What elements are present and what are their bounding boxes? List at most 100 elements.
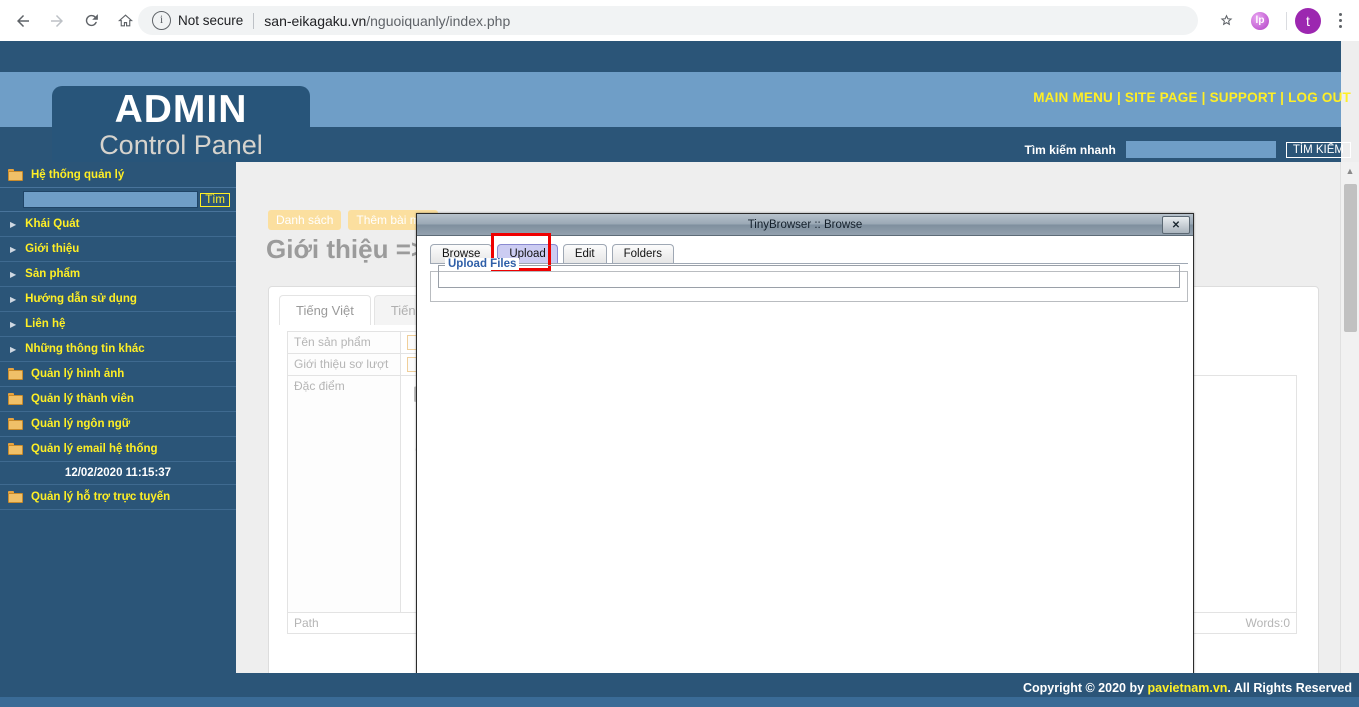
star-outline-icon [1220,14,1232,26]
forward-button[interactable] [42,6,72,36]
sidebar-item-quản-lý-email-hệ-thống[interactable]: Quản lý email hệ thống [0,437,236,462]
sidebar-title-row: Hệ thống quản lý [0,162,236,188]
upload-files-panel: Upload Files [430,258,1188,302]
reload-icon [85,14,98,27]
content-action-buttons: Danh sách Thêm bài mới [268,210,439,230]
top-nav-links[interactable]: MAIN MENU | SITE PAGE | SUPPORT | LOG OU… [1033,90,1351,105]
header-top-band [0,41,1341,72]
kebab-menu-icon[interactable] [1327,8,1353,34]
info-icon[interactable]: i [152,11,171,30]
sidebar-search: Tìm [0,188,236,212]
chevron-right-icon: ▶ [10,244,17,254]
sidebar-item-quản-lý-ngôn-ngữ[interactable]: Quản lý ngôn ngữ [0,412,236,437]
copyright-pre: Copyright © 2020 by [1023,681,1148,695]
page-title: Giới thiệu => [266,234,427,264]
sidebar-item-hướng-dẫn-sử-dụng[interactable]: ▶ Hướng dẫn sử dụng [0,287,236,312]
folder-icon [8,418,23,430]
chevron-right-icon: ▶ [10,319,17,329]
back-button[interactable] [8,6,38,36]
dialog-tabbar: Browse Upload Edit Folders [430,233,1188,271]
sidebar-item-giới-thiệu[interactable]: ▶ Giới thiệu [0,237,236,262]
page-footer: Copyright © 2020 by pavietnam.vn. All Ri… [0,673,1359,707]
sidebar-search-button[interactable]: Tìm [200,192,230,207]
sidebar-item-khái-quát[interactable]: ▶ Khái Quát [0,212,236,237]
page-scrollbar[interactable]: ▲ ▼ [1340,162,1359,707]
quick-search: Tìm kiếm nhanh TÌM KIẾM [1025,140,1351,159]
tab-folders[interactable]: Folders [611,244,674,263]
sidebar-item-liên-hệ[interactable]: ▶ Liên hệ [0,312,236,337]
sidebar-item-label: Sản phẩm [25,268,81,280]
sidebar-item-những-thông-tin-khác[interactable]: ▶ Những thông tin khác [0,337,236,362]
chevron-right-icon: ▶ [10,344,17,354]
url-text: san-eikagaku.vn/nguoiquanly/index.php [264,13,510,29]
chevron-right-icon: ▶ [10,219,17,229]
list-button[interactable]: Danh sách [268,210,342,230]
scroll-up-arrow-icon[interactable]: ▲ [1341,162,1359,179]
sidebar-search-input[interactable] [23,191,199,208]
field-label: Giới thiệu sơ lượt [287,353,401,376]
chevron-right-icon: ▶ [10,269,17,279]
chevron-right-icon: ▶ [10,294,17,304]
field-label: Tên sản phẩm [287,331,401,354]
tab-edit[interactable]: Edit [562,244,607,263]
logo-subtitle: Control Panel [99,130,263,160]
chrome-right-actions: lp t [1212,0,1353,41]
sidebar-item-label: Quản lý hình ảnh [31,368,125,380]
logo-title: ADMIN [114,88,248,131]
footer-strip [0,697,1359,707]
copyright-text: Copyright © 2020 by pavietnam.vn. All Ri… [1023,681,1352,695]
sidebar-datetime: 12/02/2020 11:15:37 [0,462,236,485]
sidebar-item-label: Liên hệ [25,318,66,330]
sidebar-item-label: Hướng dẫn sử dụng [25,293,137,305]
sidebar-item-quản-lý-hình-ảnh[interactable]: Quản lý hình ảnh [0,362,236,387]
address-bar[interactable]: i Not secure san-eikagaku.vn/nguoiquanly… [138,6,1198,35]
bookmark-button[interactable] [1212,7,1240,35]
dialog-inner: Browse Upload Edit Folders Upload Files [430,233,1188,707]
close-icon[interactable]: ✕ [1162,216,1190,234]
chrome-divider [1286,11,1287,30]
avatar[interactable]: t [1295,7,1321,34]
sidebar-item-label: Quản lý ngôn ngữ [31,418,131,430]
tab-tieng-viet[interactable]: Tiếng Việt [279,295,371,325]
scrollbar-thumb[interactable] [1344,184,1357,332]
home-icon [117,14,133,27]
sidebar-item-label: Quản lý thành viên [31,393,134,405]
sidebar-item-label: Giới thiệu [25,243,80,255]
reload-button[interactable] [76,6,106,36]
field-label: Đặc điểm [287,375,401,613]
tinybrowser-dialog: TinyBrowser :: Browse ✕ Browse Upload Ed… [416,213,1194,707]
back-arrow-icon [17,14,29,27]
copyright-link[interactable]: pavietnam.vn [1148,681,1228,695]
admin-logo: ADMIN Control Panel [52,86,310,170]
folder-icon [8,443,23,455]
sidebar-item-quản-lý-thành-viên[interactable]: Quản lý thành viên [0,387,236,412]
quick-search-label: Tìm kiếm nhanh [1024,142,1116,157]
url-domain: san-eikagaku.vn [264,12,367,29]
upload-files-legend: Upload Files [445,258,520,270]
sidebar-item-sản-phẩm[interactable]: ▶ Sản phẩm [0,262,236,287]
dialog-titlebar[interactable]: TinyBrowser :: Browse ✕ [417,214,1193,236]
dialog-title: TinyBrowser :: Browse [747,218,863,231]
copyright-post: . All Rights Reserved [1227,681,1352,695]
omnibox-divider [253,12,255,29]
forward-arrow-icon [51,14,63,27]
browser-chrome: i Not secure san-eikagaku.vn/nguoiquanly… [0,0,1359,42]
quick-search-input[interactable] [1124,140,1277,159]
sidebar-item-label: Khái Quát [25,218,80,230]
url-path: /nguoiquanly/index.php [366,12,511,29]
sidebar-item-label: Những thông tin khác [25,343,145,355]
sidebar-item-label: Quản lý hỗ trợ trực tuyến [31,491,171,503]
home-button[interactable] [110,6,140,36]
sidebar-item-label: Quản lý email hệ thống [31,443,158,455]
page-viewport: ADMIN Control Panel MAIN MENU | SITE PAG… [0,41,1359,707]
upload-files-fieldset: Upload Files [438,258,1180,288]
folder-icon [8,491,23,503]
sidebar-item-ho-tro-truc-tuyen[interactable]: Quản lý hỗ trợ trực tuyến [0,485,236,510]
folder-icon [8,368,23,380]
browser-nav-buttons [0,0,140,41]
quick-search-button[interactable]: TÌM KIẾM [1285,141,1351,158]
sidebar-title: Hệ thống quản lý [31,168,125,181]
folder-icon [8,393,23,405]
folder-icon [8,168,23,181]
extension-icon[interactable]: lp [1251,11,1269,30]
